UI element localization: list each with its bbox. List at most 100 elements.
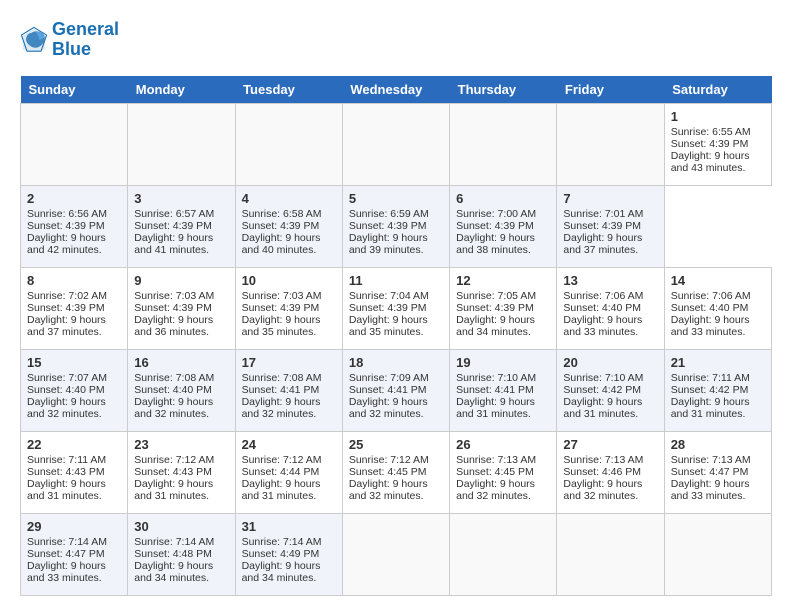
sunrise: Sunrise: 7:11 AM <box>27 454 106 466</box>
sunset: Sunset: 4:39 PM <box>563 220 641 232</box>
daylight: Daylight: 9 hours and 38 minutes. <box>456 232 535 256</box>
sunrise: Sunrise: 6:55 AM <box>671 126 751 138</box>
day-number: 8 <box>27 273 121 288</box>
day-number: 29 <box>27 519 121 534</box>
empty-cell <box>557 513 664 595</box>
calendar-week-4: 15Sunrise: 7:07 AMSunset: 4:40 PMDayligh… <box>21 349 772 431</box>
day-number: 9 <box>134 273 228 288</box>
sunrise: Sunrise: 7:01 AM <box>563 208 643 220</box>
daylight: Daylight: 9 hours and 31 minutes. <box>563 396 642 420</box>
day-number: 2 <box>27 191 121 206</box>
day-number: 18 <box>349 355 443 370</box>
empty-cell <box>450 513 557 595</box>
sunrise: Sunrise: 7:02 AM <box>27 290 107 302</box>
sunset: Sunset: 4:49 PM <box>242 548 320 560</box>
sunrise: Sunrise: 7:09 AM <box>349 372 429 384</box>
daylight: Daylight: 9 hours and 31 minutes. <box>671 396 750 420</box>
daylight: Daylight: 9 hours and 32 minutes. <box>349 478 428 502</box>
sunset: Sunset: 4:40 PM <box>671 302 749 314</box>
sunset: Sunset: 4:40 PM <box>27 384 105 396</box>
sunrise: Sunrise: 7:14 AM <box>27 536 107 548</box>
day-cell-23: 23Sunrise: 7:12 AMSunset: 4:43 PMDayligh… <box>128 431 235 513</box>
daylight: Daylight: 9 hours and 31 minutes. <box>134 478 213 502</box>
sunrise: Sunrise: 6:56 AM <box>27 208 107 220</box>
day-number: 31 <box>242 519 336 534</box>
daylight: Daylight: 9 hours and 34 minutes. <box>242 560 321 584</box>
calendar-week-6: 29Sunrise: 7:14 AMSunset: 4:47 PMDayligh… <box>21 513 772 595</box>
day-cell-17: 17Sunrise: 7:08 AMSunset: 4:41 PMDayligh… <box>235 349 342 431</box>
sunrise: Sunrise: 7:12 AM <box>242 454 322 466</box>
day-cell-10: 10Sunrise: 7:03 AMSunset: 4:39 PMDayligh… <box>235 267 342 349</box>
day-cell-18: 18Sunrise: 7:09 AMSunset: 4:41 PMDayligh… <box>342 349 449 431</box>
sunset: Sunset: 4:39 PM <box>242 302 320 314</box>
daylight: Daylight: 9 hours and 33 minutes. <box>563 314 642 338</box>
empty-cell <box>342 103 449 185</box>
day-number: 5 <box>349 191 443 206</box>
daylight: Daylight: 9 hours and 43 minutes. <box>671 150 750 174</box>
sunset: Sunset: 4:39 PM <box>349 220 427 232</box>
daylight: Daylight: 9 hours and 32 minutes. <box>456 478 535 502</box>
sunrise: Sunrise: 6:59 AM <box>349 208 429 220</box>
day-number: 7 <box>563 191 657 206</box>
sunset: Sunset: 4:39 PM <box>27 220 105 232</box>
day-cell-7: 7Sunrise: 7:01 AMSunset: 4:39 PMDaylight… <box>557 185 664 267</box>
day-number: 14 <box>671 273 765 288</box>
sunrise: Sunrise: 7:12 AM <box>349 454 429 466</box>
daylight: Daylight: 9 hours and 42 minutes. <box>27 232 106 256</box>
day-number: 12 <box>456 273 550 288</box>
sunset: Sunset: 4:44 PM <box>242 466 320 478</box>
empty-cell <box>235 103 342 185</box>
column-header-monday: Monday <box>128 76 235 104</box>
column-header-sunday: Sunday <box>21 76 128 104</box>
sunrise: Sunrise: 7:03 AM <box>242 290 322 302</box>
day-cell-5: 5Sunrise: 6:59 AMSunset: 4:39 PMDaylight… <box>342 185 449 267</box>
sunrise: Sunrise: 7:12 AM <box>134 454 214 466</box>
sunrise: Sunrise: 7:13 AM <box>456 454 536 466</box>
day-number: 16 <box>134 355 228 370</box>
sunrise: Sunrise: 7:05 AM <box>456 290 536 302</box>
daylight: Daylight: 9 hours and 32 minutes. <box>27 396 106 420</box>
sunrise: Sunrise: 7:10 AM <box>563 372 643 384</box>
column-header-saturday: Saturday <box>664 76 771 104</box>
day-number: 4 <box>242 191 336 206</box>
sunset: Sunset: 4:43 PM <box>134 466 212 478</box>
day-number: 17 <box>242 355 336 370</box>
column-header-friday: Friday <box>557 76 664 104</box>
sunrise: Sunrise: 6:57 AM <box>134 208 214 220</box>
sunrise: Sunrise: 7:06 AM <box>563 290 643 302</box>
sunset: Sunset: 4:42 PM <box>671 384 749 396</box>
day-number: 27 <box>563 437 657 452</box>
day-number: 10 <box>242 273 336 288</box>
day-cell-11: 11Sunrise: 7:04 AMSunset: 4:39 PMDayligh… <box>342 267 449 349</box>
sunset: Sunset: 4:39 PM <box>134 302 212 314</box>
column-header-tuesday: Tuesday <box>235 76 342 104</box>
day-cell-15: 15Sunrise: 7:07 AMSunset: 4:40 PMDayligh… <box>21 349 128 431</box>
page-header: General Blue <box>20 20 772 60</box>
day-cell-26: 26Sunrise: 7:13 AMSunset: 4:45 PMDayligh… <box>450 431 557 513</box>
sunset: Sunset: 4:40 PM <box>563 302 641 314</box>
sunrise: Sunrise: 7:14 AM <box>134 536 214 548</box>
daylight: Daylight: 9 hours and 32 minutes. <box>134 396 213 420</box>
day-number: 13 <box>563 273 657 288</box>
sunset: Sunset: 4:42 PM <box>563 384 641 396</box>
sunset: Sunset: 4:47 PM <box>27 548 105 560</box>
empty-cell <box>128 103 235 185</box>
day-cell-20: 20Sunrise: 7:10 AMSunset: 4:42 PMDayligh… <box>557 349 664 431</box>
day-number: 1 <box>671 109 765 124</box>
sunset: Sunset: 4:41 PM <box>349 384 427 396</box>
daylight: Daylight: 9 hours and 34 minutes. <box>456 314 535 338</box>
day-number: 26 <box>456 437 550 452</box>
sunrise: Sunrise: 7:13 AM <box>671 454 751 466</box>
sunset: Sunset: 4:39 PM <box>349 302 427 314</box>
day-cell-14: 14Sunrise: 7:06 AMSunset: 4:40 PMDayligh… <box>664 267 771 349</box>
daylight: Daylight: 9 hours and 35 minutes. <box>349 314 428 338</box>
day-cell-12: 12Sunrise: 7:05 AMSunset: 4:39 PMDayligh… <box>450 267 557 349</box>
day-number: 19 <box>456 355 550 370</box>
sunset: Sunset: 4:47 PM <box>671 466 749 478</box>
column-header-thursday: Thursday <box>450 76 557 104</box>
day-cell-22: 22Sunrise: 7:11 AMSunset: 4:43 PMDayligh… <box>21 431 128 513</box>
sunset: Sunset: 4:41 PM <box>242 384 320 396</box>
day-cell-3: 3Sunrise: 6:57 AMSunset: 4:39 PMDaylight… <box>128 185 235 267</box>
day-cell-25: 25Sunrise: 7:12 AMSunset: 4:45 PMDayligh… <box>342 431 449 513</box>
calendar-header-row: SundayMondayTuesdayWednesdayThursdayFrid… <box>21 76 772 104</box>
